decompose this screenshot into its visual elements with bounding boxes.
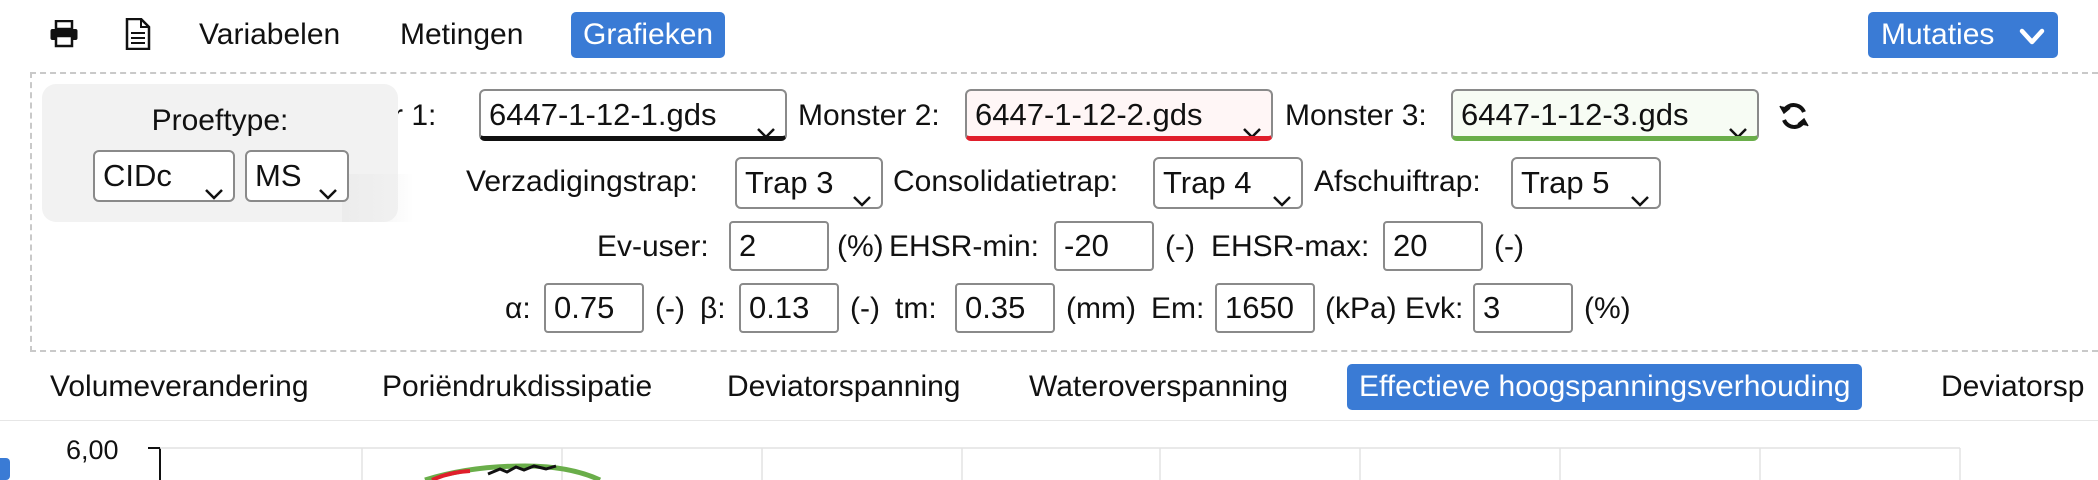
verzadigingstrap-label: Verzadigingstrap: [466, 165, 698, 198]
consolidatietrap-value: Trap 4 [1163, 165, 1252, 200]
proeftype-value: CIDc [103, 158, 172, 193]
document-icon[interactable] [118, 14, 158, 54]
chart-area: 6,00 [0, 422, 2098, 480]
tab-deviatorspanning[interactable]: Deviatorspanning [715, 364, 972, 410]
consolidatietrap-label: Consolidatietrap: [893, 165, 1119, 198]
tab-deviatorspanning-2[interactable]: Deviatorsp [1929, 364, 2096, 410]
nav-variabelen[interactable]: Variabelen [187, 12, 352, 58]
chevron-down-icon [1629, 175, 1651, 207]
print-icon[interactable] [44, 14, 84, 54]
nav-metingen[interactable]: Metingen [388, 12, 535, 58]
ehsr-max-label: EHSR-max: [1211, 230, 1370, 263]
monster-2-label: Monster 2: [798, 99, 940, 132]
ehsr-max-input[interactable]: 20 [1383, 221, 1483, 271]
afschuiftrap-select[interactable]: Trap 5 [1511, 157, 1661, 209]
ev-user-unit: (%) [837, 230, 884, 263]
ehsr-min-input[interactable]: -20 [1054, 221, 1154, 271]
chevron-down-icon [1271, 175, 1293, 207]
consolidatietrap-select[interactable]: Trap 4 [1153, 157, 1303, 209]
afschuiftrap-label: Afschuiftrap: [1314, 165, 1481, 198]
beta-unit: (-) [850, 292, 880, 325]
alpha-input[interactable]: 0.75 [544, 283, 644, 333]
beta-label: β: [700, 292, 726, 325]
ev-user-label: Ev-user: [597, 230, 709, 263]
beta-input[interactable]: 0.13 [739, 283, 839, 333]
evk-unit: (%) [1584, 292, 1631, 325]
proeftype-sub-value: MS [255, 158, 302, 193]
chevron-down-icon [317, 168, 339, 200]
evk-input[interactable]: 3 [1473, 283, 1573, 333]
em-label: Em: [1151, 292, 1205, 325]
tab-volumeverandering[interactable]: Volumeverandering [38, 364, 321, 410]
refresh-icon[interactable] [1778, 100, 1812, 134]
tm-label: tm: [895, 292, 937, 325]
em-unit: (kPa) [1325, 292, 1397, 325]
proeftype-edge [342, 174, 414, 222]
top-navigation: Variabelen Metingen Grafieken Mutaties [0, 0, 2098, 70]
tab-poriendrukdissipatie[interactable]: Poriëndrukdissipatie [370, 364, 664, 410]
alpha-unit: (-) [655, 292, 685, 325]
monster-3-label: Monster 3: [1285, 99, 1427, 132]
monster-3-select[interactable]: 6447-1-12-3.gds [1451, 89, 1759, 141]
monster-2-select[interactable]: 6447-1-12-2.gds [965, 89, 1273, 141]
tab-wateroverspanning[interactable]: Wateroverspanning [1017, 364, 1300, 410]
monster-1-select[interactable]: 6447-1-12-1.gds [479, 89, 787, 141]
chart-canvas [148, 447, 1961, 480]
mutaties-label: Mutaties [1881, 18, 1995, 51]
chevron-down-icon [851, 175, 873, 207]
chevron-down-icon [755, 107, 777, 136]
alpha-label: α: [505, 292, 531, 325]
verzadigingstrap-value: Trap 3 [745, 165, 834, 200]
chevron-down-icon [2018, 19, 2046, 65]
proeftype-label: Proeftype: [151, 104, 289, 137]
nav-grafieken[interactable]: Grafieken [571, 12, 726, 58]
ehsr-max-unit: (-) [1494, 230, 1524, 263]
tm-unit: (mm) [1066, 292, 1136, 325]
chevron-down-icon [1241, 107, 1263, 136]
chevron-down-icon [1727, 107, 1749, 136]
chevron-down-icon [203, 168, 225, 200]
monster-1-value: 6447-1-12-1.gds [489, 97, 717, 132]
ehsr-min-label: EHSR-min: [889, 230, 1040, 263]
evk-label: Evk: [1405, 292, 1464, 325]
monster-3-value: 6447-1-12-3.gds [1461, 97, 1689, 132]
mutaties-button[interactable]: Mutaties [1868, 12, 2058, 58]
afschuiftrap-value: Trap 5 [1521, 165, 1610, 200]
ev-user-input[interactable]: 2 [729, 221, 829, 271]
proeftype-sub-select[interactable]: MS [245, 150, 349, 202]
monster-2-value: 6447-1-12-2.gds [975, 97, 1203, 132]
proeftype-select[interactable]: CIDc [93, 150, 235, 202]
verzadigingstrap-select[interactable]: Trap 3 [735, 157, 883, 209]
ehsr-min-unit: (-) [1165, 230, 1195, 263]
em-input[interactable]: 1650 [1215, 283, 1315, 333]
tm-input[interactable]: 0.35 [955, 283, 1055, 333]
tab-effectieve-hoogspanningsverhouding[interactable]: Effectieve hoogspanningsverhouding [1347, 364, 1863, 410]
chart-tabs: Volumeverandering Poriëndrukdissipatie D… [0, 360, 2098, 418]
tab-divider [0, 420, 2098, 421]
